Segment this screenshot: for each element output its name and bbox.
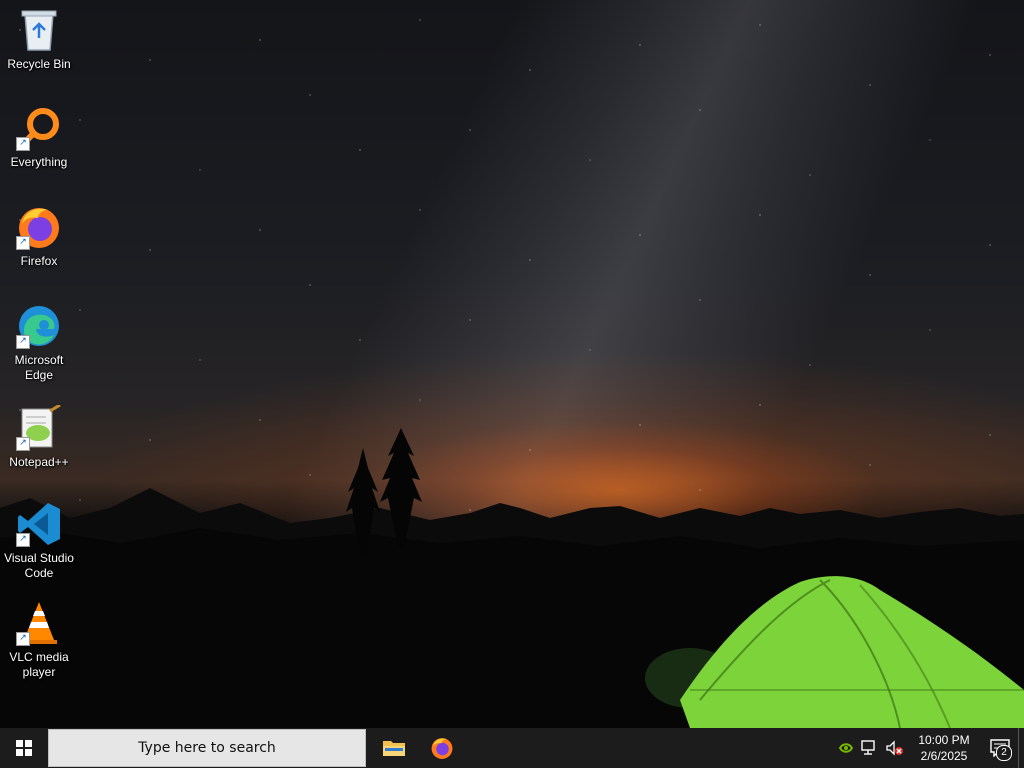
show-desktop-button[interactable]: [1018, 728, 1024, 768]
shortcut-arrow-icon: ↗: [16, 533, 30, 547]
desktop-icon-label: Visual Studio Code: [4, 551, 74, 580]
desktop-icon-everything[interactable]: ↗ Everything: [2, 104, 76, 170]
windows-logo-icon: [16, 740, 32, 756]
clock-date: 2/6/2025: [920, 749, 968, 763]
desktop-icon-firefox[interactable]: ↗ Firefox: [2, 203, 76, 269]
desktop-icon-microsoft-edge[interactable]: ↗ Microsoft Edge: [2, 302, 76, 383]
desktop-icon-label: Microsoft Edge: [14, 353, 64, 382]
taskbar-search-box[interactable]: Type here to search: [48, 729, 366, 767]
volume-muted-icon: [886, 740, 903, 756]
desktop-icon-notepadpp[interactable]: ↗ Notepad++: [2, 404, 76, 470]
taskbar-file-explorer[interactable]: [370, 728, 418, 768]
volume-tray-item[interactable]: [882, 728, 906, 768]
taskbar: Type here to search 10:00 PM 2/6/2025 2: [0, 728, 1024, 768]
taskbar-clock[interactable]: 10:00 PM 2/6/2025: [914, 728, 974, 768]
desktop-icon-label: Firefox: [20, 254, 58, 268]
start-button[interactable]: [0, 728, 48, 768]
vlc-icon: ↗: [15, 599, 63, 647]
desktop-icon-label: VLC media player: [9, 650, 69, 679]
shortcut-arrow-icon: ↗: [16, 137, 30, 151]
shortcut-arrow-icon: ↗: [16, 632, 30, 646]
system-tray: 10:00 PM 2/6/2025 2: [834, 728, 1024, 768]
desktop-icon-recycle-bin[interactable]: Recycle Bin: [2, 6, 76, 72]
notification-count-badge: 2: [996, 745, 1012, 761]
shortcut-arrow-icon: ↗: [16, 236, 30, 250]
glowing-tent: [680, 576, 1024, 728]
edge-icon: ↗: [15, 302, 63, 350]
desktop-icon-vscode[interactable]: ↗ Visual Studio Code: [2, 500, 76, 581]
desktop-icon-label: Recycle Bin: [7, 57, 71, 71]
clock-time: 10:00 PM: [918, 733, 970, 747]
folder-icon: [383, 741, 405, 756]
vscode-icon: ↗: [15, 500, 63, 548]
desktop-icon-label: Everything: [10, 155, 68, 169]
desktop-wallpaper: Recycle Bin ↗ Everything ↗ Firefox ↗ Mic…: [0, 0, 1024, 728]
nvidia-icon: [839, 743, 853, 753]
firefox-icon: [431, 738, 453, 759]
action-center-button[interactable]: 2: [982, 728, 1018, 768]
recycle-bin-icon: [15, 6, 63, 54]
network-icon: [861, 740, 875, 755]
nvidia-tray-item[interactable]: [834, 728, 858, 768]
notepadpp-icon: ↗: [15, 404, 63, 452]
everything-search-icon: ↗: [15, 104, 63, 152]
desktop-icon-vlc[interactable]: ↗ VLC media player: [2, 599, 76, 680]
search-placeholder: Type here to search: [138, 740, 276, 756]
taskbar-firefox[interactable]: [418, 728, 466, 768]
desktop-icon-label: Notepad++: [9, 455, 69, 469]
shortcut-arrow-icon: ↗: [16, 335, 30, 349]
shortcut-arrow-icon: ↗: [16, 437, 30, 451]
firefox-icon: ↗: [15, 203, 63, 251]
network-tray-item[interactable]: [858, 728, 882, 768]
